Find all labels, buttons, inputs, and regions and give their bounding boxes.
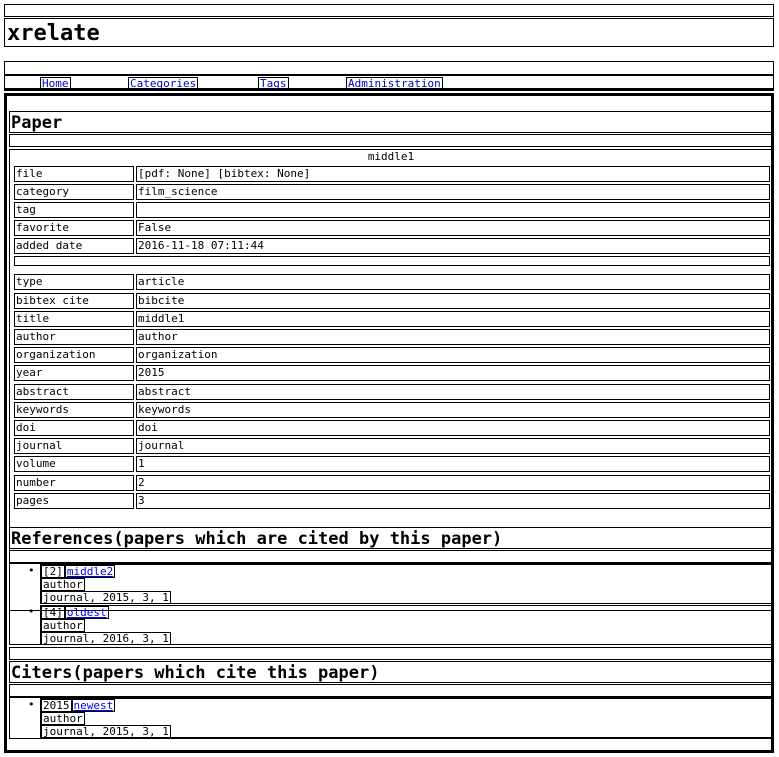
bib-row-organization: organization organization bbox=[14, 347, 770, 363]
bib-row-pages: pages 3 bbox=[14, 493, 770, 509]
bullet-icon: • bbox=[28, 564, 35, 577]
row-value: False bbox=[136, 220, 770, 236]
reference-prefix: [2] bbox=[41, 565, 65, 578]
row-key: keywords bbox=[14, 402, 134, 418]
citer-author: author bbox=[41, 712, 85, 725]
row-value: 2016-11-18 07:11:44 bbox=[136, 238, 770, 254]
bib-row-volume: volume 1 bbox=[14, 456, 770, 472]
list-item: • [4] oldest author journal, 2016, 3, 1 bbox=[28, 605, 773, 645]
row-value: film_science bbox=[136, 184, 770, 200]
bib-row-doi: doi doi bbox=[14, 420, 770, 436]
citers-heading-spacer bbox=[9, 684, 773, 697]
reference-details: journal, 2015, 3, 1 bbox=[41, 591, 171, 604]
citers-list: • 2015 newest author journal, 2015, 3, 1 bbox=[9, 697, 773, 739]
row-value: journal bbox=[136, 438, 770, 454]
bib-row-journal: journal journal bbox=[14, 438, 770, 454]
header-band bbox=[4, 61, 774, 75]
row-key: title bbox=[14, 311, 134, 327]
row-key: number bbox=[14, 475, 134, 491]
bib-row-bibtex-cite: bibtex cite bibcite bbox=[14, 293, 770, 309]
row-value: [pdf: None] [bibtex: None] bbox=[136, 166, 770, 182]
bullet-icon: • bbox=[28, 605, 35, 618]
row-key: doi bbox=[14, 420, 134, 436]
nav-home-link[interactable]: Home bbox=[40, 77, 71, 91]
row-value: article bbox=[136, 274, 770, 290]
citers-heading: Citers(papers which cite this paper) bbox=[9, 661, 773, 683]
meta-row-favorite: favorite False bbox=[14, 220, 770, 236]
row-key: abstract bbox=[14, 384, 134, 400]
row-value: organization bbox=[136, 347, 770, 363]
page: xrelate Home Categories Tags Administrat… bbox=[0, 0, 779, 757]
row-key: year bbox=[14, 365, 134, 381]
bib-row-year: year 2015 bbox=[14, 365, 770, 381]
references-heading-spacer bbox=[9, 550, 773, 563]
meta-row-added-date: added date 2016-11-18 07:11:44 bbox=[14, 238, 770, 254]
citer-details: journal, 2015, 3, 1 bbox=[41, 725, 171, 738]
bib-row-title: title middle1 bbox=[14, 311, 770, 327]
row-value: 3 bbox=[136, 493, 770, 509]
table-separator bbox=[14, 256, 770, 266]
list-item: • 2015 newest author journal, 2015, 3, 1 bbox=[28, 698, 773, 738]
row-key: added date bbox=[14, 238, 134, 254]
list-item: • [2] middle2 author journal, 2015, 3, 1 bbox=[28, 564, 773, 604]
references-heading: References(papers which are cited by thi… bbox=[9, 527, 773, 549]
meta-row-file: file [pdf: None] [bibtex: None] bbox=[14, 166, 770, 182]
paper-name: middle1 bbox=[367, 150, 415, 163]
paper-heading-spacer bbox=[9, 134, 773, 147]
row-key: file bbox=[14, 166, 134, 182]
row-value: doi bbox=[136, 420, 770, 436]
references-bottom-spacer bbox=[9, 647, 773, 660]
site-title: xrelate bbox=[4, 18, 774, 47]
meta-row-tag: tag bbox=[14, 202, 770, 218]
row-key: favorite bbox=[14, 220, 134, 236]
reference-details: journal, 2016, 3, 1 bbox=[41, 632, 171, 645]
nav-categories-link[interactable]: Categories bbox=[128, 77, 199, 91]
row-value: 1 bbox=[136, 456, 770, 472]
file-links[interactable]: [pdf: None] [bibtex: None] bbox=[138, 167, 310, 180]
row-value: middle1 bbox=[136, 311, 770, 327]
row-key: bibtex cite bbox=[14, 293, 134, 309]
row-value: 2015 bbox=[136, 365, 770, 381]
row-value: keywords bbox=[136, 402, 770, 418]
row-value: bibcite bbox=[136, 293, 770, 309]
row-key: type bbox=[14, 274, 134, 290]
nav-administration-link[interactable]: Administration bbox=[346, 77, 443, 91]
main-nav: Home Categories Tags Administration bbox=[4, 75, 774, 91]
bullet-icon: • bbox=[28, 698, 35, 711]
bib-row-author: author author bbox=[14, 329, 770, 345]
row-key: category bbox=[14, 184, 134, 200]
row-key: pages bbox=[14, 493, 134, 509]
reference-title-link[interactable]: middle2 bbox=[67, 565, 113, 578]
paper-heading: Paper bbox=[9, 111, 773, 133]
row-key: tag bbox=[14, 202, 134, 218]
row-value: 2 bbox=[136, 475, 770, 491]
row-key: volume bbox=[14, 456, 134, 472]
references-list: • [2] middle2 author journal, 2015, 3, 1 … bbox=[9, 563, 773, 645]
meta-row-category: category film_science bbox=[14, 184, 770, 200]
nav-tags-link[interactable]: Tags bbox=[258, 77, 289, 91]
top-band bbox=[4, 4, 774, 17]
row-key: author bbox=[14, 329, 134, 345]
row-value: abstract bbox=[136, 384, 770, 400]
reference-author: author bbox=[41, 619, 85, 632]
row-value bbox=[136, 202, 770, 218]
bib-row-number: number 2 bbox=[14, 475, 770, 491]
row-key: journal bbox=[14, 438, 134, 454]
row-key: organization bbox=[14, 347, 134, 363]
reference-author: author bbox=[41, 578, 85, 591]
bib-row-type: type article bbox=[14, 274, 770, 290]
citer-title-link[interactable]: newest bbox=[74, 699, 114, 712]
bib-row-abstract: abstract abstract bbox=[14, 384, 770, 400]
row-value: author bbox=[136, 329, 770, 345]
reference-title-link[interactable]: oldest bbox=[67, 606, 107, 619]
main-content: Paper middle1 file [pdf: None] [bibtex: … bbox=[4, 93, 774, 753]
reference-prefix: [4] bbox=[41, 606, 65, 619]
bib-row-keywords: keywords keywords bbox=[14, 402, 770, 418]
citer-prefix: 2015 bbox=[41, 699, 72, 712]
